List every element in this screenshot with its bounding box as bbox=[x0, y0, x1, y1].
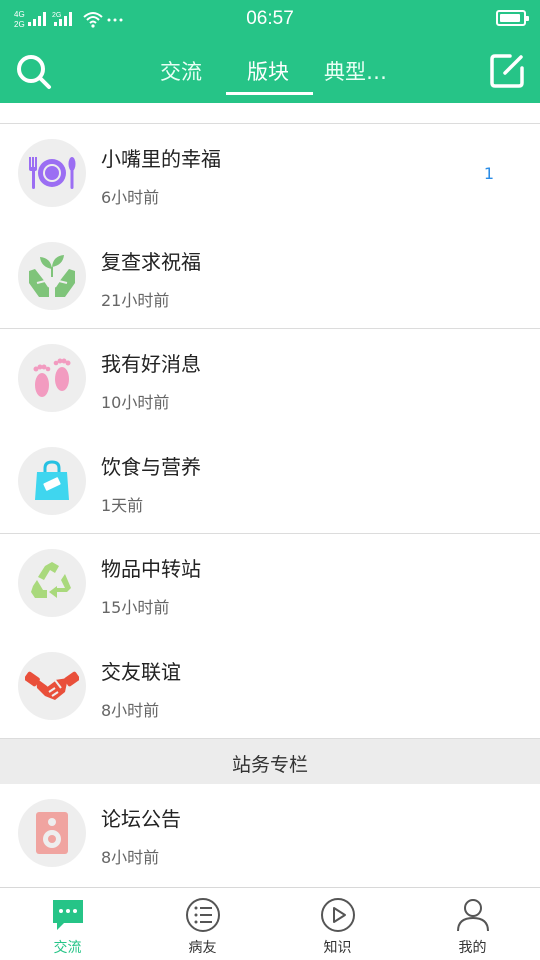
forum-title: 小嘴里的幸福 bbox=[101, 147, 221, 171]
forum-title: 论坛公告 bbox=[101, 807, 181, 831]
compose-icon[interactable] bbox=[488, 52, 526, 90]
nav-patients[interactable]: 病友 bbox=[135, 888, 270, 960]
battery-icon bbox=[496, 10, 529, 26]
section-title: 站务专栏 bbox=[231, 754, 308, 776]
section-header: 站务专栏 bbox=[0, 738, 540, 784]
forum-item[interactable]: 我有好消息 10小时前 bbox=[0, 329, 540, 432]
forum-item[interactable]: 交友联谊 8小时前 bbox=[0, 637, 540, 740]
active-tab-indicator bbox=[226, 92, 313, 95]
forum-time: 15小时前 bbox=[101, 598, 170, 617]
tab-bar: 交流 版块 典型… bbox=[140, 38, 410, 103]
forum-title: 我有好消息 bbox=[101, 352, 201, 376]
forum-title: 交友联谊 bbox=[101, 660, 181, 684]
forum-title: 复查求祝福 bbox=[101, 250, 201, 274]
nav-label: 交流 bbox=[53, 940, 82, 956]
nav-exchange[interactable]: 交流 bbox=[0, 888, 135, 960]
status-bar: 4G 2G 2G 06:57 bbox=[0, 0, 540, 38]
tab-sections[interactable]: 版块 bbox=[247, 56, 289, 86]
hands-sprout-icon bbox=[18, 242, 86, 310]
plate-fork-spoon-icon bbox=[18, 139, 86, 207]
unread-count: 1 bbox=[483, 164, 494, 183]
person-icon bbox=[456, 899, 489, 932]
forum-item[interactable]: 论坛公告 8小时前 bbox=[0, 784, 540, 887]
forum-time: 21小时前 bbox=[101, 291, 170, 310]
bottom-nav: 交流 病友 知识 我的 bbox=[0, 887, 540, 960]
nav-label: 知识 bbox=[323, 940, 352, 956]
forum-item[interactable]: 饮食与营养 1天前 bbox=[0, 432, 540, 535]
play-icon bbox=[320, 898, 355, 932]
nav-label: 病友 bbox=[188, 940, 217, 956]
speaker-icon bbox=[18, 799, 86, 867]
forum-list: 小嘴里的幸福 6小时前 1 复查求祝福 21小时前 我有好消息 10小时前 饮食… bbox=[0, 103, 540, 888]
shopping-bag-icon bbox=[18, 447, 86, 515]
baby-feet-icon bbox=[18, 344, 86, 412]
forum-time: 8小时前 bbox=[101, 848, 160, 867]
forum-time: 1天前 bbox=[101, 496, 144, 515]
list-icon bbox=[185, 898, 220, 932]
status-time: 06:57 bbox=[246, 8, 294, 29]
forum-item[interactable]: 小嘴里的幸福 6小时前 1 bbox=[0, 124, 540, 227]
nav-mine[interactable]: 我的 bbox=[405, 888, 540, 960]
tab-typical[interactable]: 典型… bbox=[324, 56, 387, 86]
forum-title: 饮食与营养 bbox=[101, 455, 201, 479]
forum-time: 6小时前 bbox=[101, 188, 160, 207]
tab-exchange[interactable]: 交流 bbox=[160, 56, 202, 86]
recycle-icon bbox=[18, 549, 86, 617]
search-icon[interactable] bbox=[14, 52, 54, 92]
nav-label: 我的 bbox=[458, 940, 487, 956]
forum-time: 8小时前 bbox=[101, 701, 160, 720]
nav-knowledge[interactable]: 知识 bbox=[270, 888, 405, 960]
forum-item[interactable]: 复查求祝福 21小时前 bbox=[0, 227, 540, 330]
forum-item[interactable]: 物品中转站 15小时前 bbox=[0, 534, 540, 637]
forum-title: 物品中转站 bbox=[101, 557, 201, 581]
forum-time: 10小时前 bbox=[101, 393, 170, 412]
handshake-icon bbox=[18, 652, 86, 720]
chat-bubble-icon bbox=[52, 900, 83, 930]
top-header: 交流 版块 典型… bbox=[0, 38, 540, 103]
